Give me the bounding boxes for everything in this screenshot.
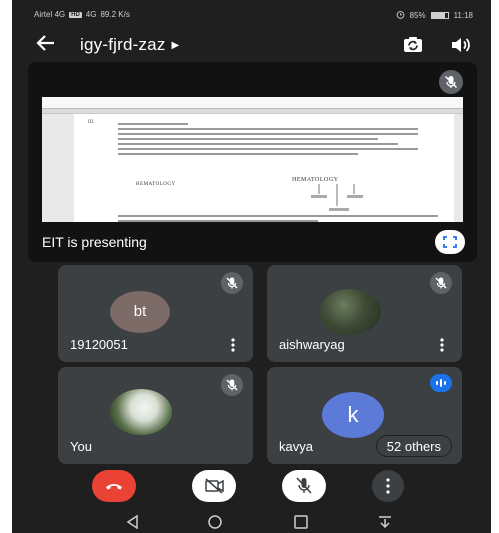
- nav-notifications-icon[interactable]: [374, 513, 396, 531]
- meeting-code-button[interactable]: igy-fjrd-zaz ▶: [80, 35, 179, 55]
- mic-toggle-button[interactable]: [282, 470, 326, 502]
- presentation-tile[interactable]: III. HEMATOLOGY HEMATOLOGY EIT is presen…: [28, 62, 477, 262]
- nav-recents-icon[interactable]: [290, 513, 312, 531]
- system-nav-bar: [12, 510, 491, 533]
- alarm-icon: [396, 10, 405, 21]
- avatar: bt: [110, 291, 170, 333]
- phone-hangup-icon: [106, 484, 122, 490]
- phone-screen: Airtel 4G HD 4G 89.2 K/s 85% 11:18 igy-f…: [12, 0, 491, 533]
- document-heading-diagram: HEMATOLOGY: [292, 177, 339, 183]
- speaking-indicator-icon: [430, 374, 452, 392]
- carrier-name: Airtel 4G: [34, 10, 66, 19]
- presenting-label: EIT is presenting: [42, 234, 147, 250]
- nav-home-icon[interactable]: [204, 513, 226, 531]
- participant-tile[interactable]: aishwaryag: [267, 265, 462, 362]
- meeting-code: igy-fjrd-zaz: [80, 35, 166, 54]
- shared-document: III. HEMATOLOGY HEMATOLOGY: [42, 97, 463, 222]
- avatar: [319, 289, 381, 335]
- document-page: III. HEMATOLOGY HEMATOLOGY: [74, 114, 454, 222]
- more-vert-icon: [386, 478, 390, 494]
- participant-name: aishwaryag: [279, 337, 345, 352]
- speaker-icon[interactable]: [450, 35, 472, 55]
- status-right: 85% 11:18: [396, 10, 473, 21]
- caret-right-icon: ▶: [171, 39, 180, 51]
- mic-off-icon: [296, 477, 312, 494]
- document-text-lines-bottom: [118, 212, 438, 222]
- call-controls: [12, 470, 491, 510]
- avatar: k: [322, 392, 384, 438]
- document-toolbar: [42, 97, 463, 109]
- nav-back-icon[interactable]: [122, 513, 144, 531]
- avatar: [110, 389, 172, 435]
- app-bar: igy-fjrd-zaz ▶: [12, 30, 491, 60]
- more-options-button[interactable]: [372, 470, 404, 502]
- video-off-icon: [205, 478, 224, 494]
- muted-icon: [221, 374, 243, 396]
- camera-toggle-button[interactable]: [192, 470, 236, 502]
- muted-icon: [221, 272, 243, 294]
- more-vert-icon[interactable]: [227, 338, 239, 352]
- status-bar: Airtel 4G HD 4G 89.2 K/s 85% 11:18: [12, 0, 491, 26]
- participant-name: You: [70, 439, 92, 454]
- others-count-button[interactable]: 52 others: [375, 435, 452, 457]
- hd-badge: HD: [69, 11, 82, 18]
- participant-tile[interactable]: bt 19120051: [58, 265, 253, 362]
- network-speed: 89.2 K/s: [100, 10, 130, 19]
- document-diagram: [311, 184, 363, 211]
- battery-percent: 85%: [409, 11, 426, 20]
- participant-tile[interactable]: k kavya 52 others: [267, 367, 462, 464]
- battery-icon: [430, 12, 449, 19]
- participant-name: 19120051: [70, 337, 128, 352]
- more-vert-icon[interactable]: [436, 338, 448, 352]
- muted-icon: [430, 272, 452, 294]
- clock: 11:18: [453, 11, 473, 20]
- participant-tile-self[interactable]: You: [58, 367, 253, 464]
- fullscreen-icon[interactable]: [435, 230, 465, 254]
- status-left: Airtel 4G HD 4G 89.2 K/s: [34, 10, 130, 19]
- end-call-button[interactable]: [92, 470, 136, 502]
- presenter-muted-icon: [439, 70, 463, 94]
- battery-fill: [431, 13, 446, 18]
- participant-name: kavya: [279, 439, 313, 454]
- document-section-number: III.: [88, 120, 95, 125]
- switch-camera-icon[interactable]: [402, 35, 424, 55]
- document-heading: HEMATOLOGY: [136, 182, 176, 187]
- network-type: 4G: [85, 10, 97, 19]
- back-arrow-icon[interactable]: [34, 34, 58, 56]
- document-text-lines: [118, 120, 418, 158]
